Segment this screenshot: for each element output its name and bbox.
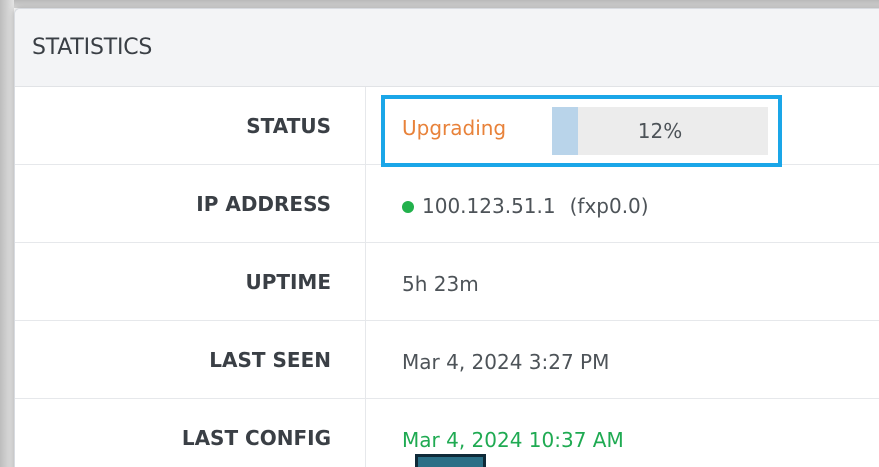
last-config-text[interactable]: Mar 4, 2024 10:37 AM (402, 428, 624, 452)
ip-address-value: 100.123.51.1 (fxp0.0) (366, 165, 879, 242)
frame-edge-left (0, 0, 14, 467)
statistics-panel: STATISTICS STATUS Upgrading 12% IP ADDRE… (14, 8, 879, 467)
row-ip-address: IP ADDRESS 100.123.51.1 (fxp0.0) (15, 165, 879, 243)
status-highlight-box (381, 95, 782, 167)
statistics-header: STATISTICS (15, 9, 879, 87)
row-status: STATUS Upgrading 12% (15, 87, 879, 167)
uptime-value: 5h 23m (366, 243, 879, 320)
panel-title: STATISTICS (32, 35, 153, 60)
status-label: STATUS (15, 87, 366, 164)
last-seen-text: Mar 4, 2024 3:27 PM (402, 350, 610, 374)
ip-interface-text: (fxp0.0) (569, 194, 649, 218)
row-last-seen: LAST SEEN Mar 4, 2024 3:27 PM (15, 321, 879, 399)
bottom-pointer-tab (415, 454, 486, 467)
frame-edge-top (0, 0, 879, 8)
ip-address-text: 100.123.51.1 (422, 194, 556, 218)
screenshot-stage: STATISTICS STATUS Upgrading 12% IP ADDRE… (0, 0, 879, 467)
uptime-label: UPTIME (15, 243, 366, 320)
row-uptime: UPTIME 5h 23m (15, 243, 879, 321)
ip-address-label: IP ADDRESS (15, 165, 366, 242)
last-config-label: LAST CONFIG (15, 399, 366, 467)
last-seen-value: Mar 4, 2024 3:27 PM (366, 321, 879, 398)
uptime-text: 5h 23m (402, 272, 479, 296)
last-seen-label: LAST SEEN (15, 321, 366, 398)
online-status-dot-icon (402, 201, 414, 213)
